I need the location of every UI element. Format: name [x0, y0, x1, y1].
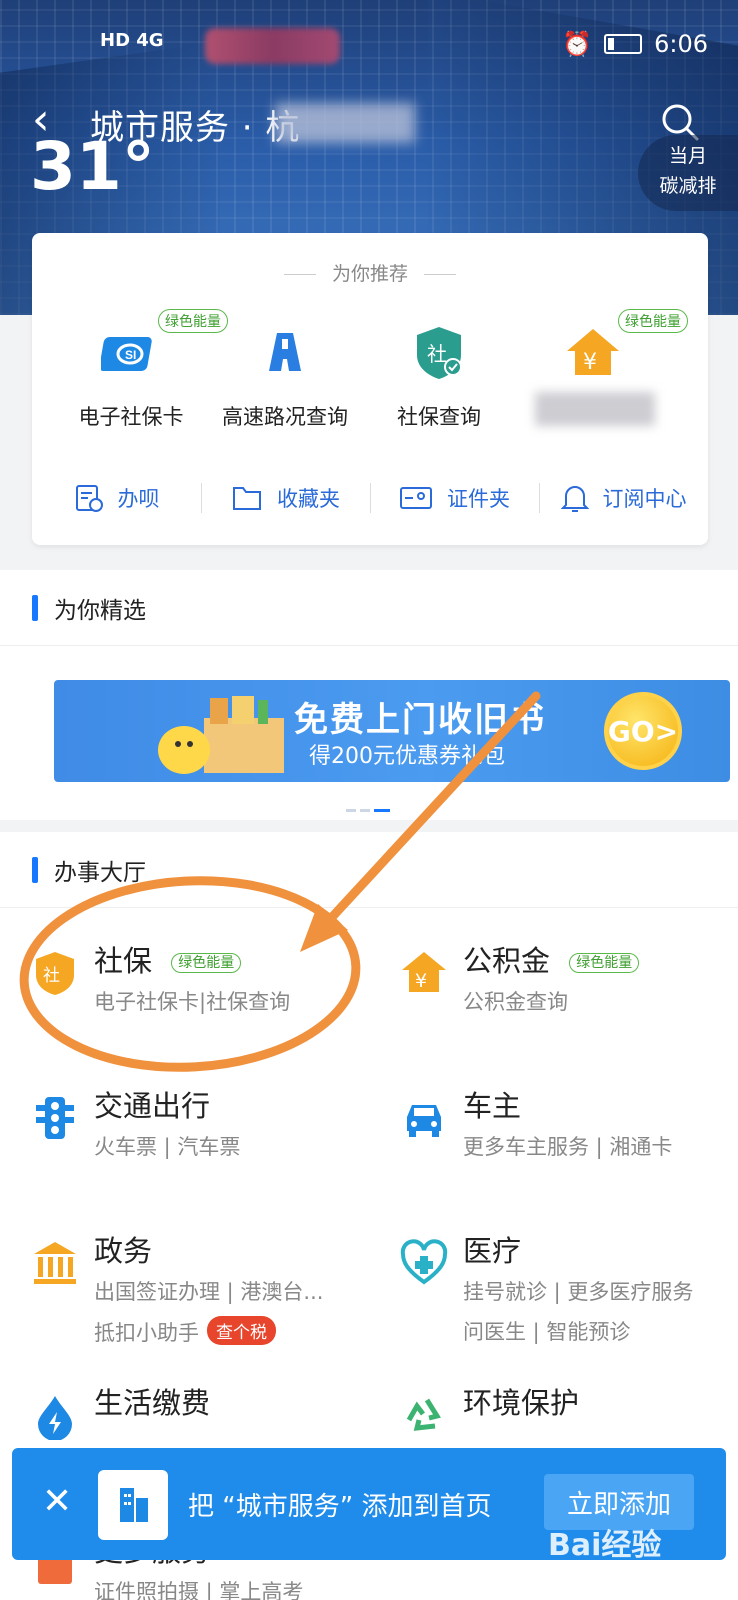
book-box-illustration: [158, 696, 284, 774]
traffic-light-icon: [36, 1097, 74, 1139]
utility-drop-icon: [38, 1396, 72, 1440]
service-housing-fund[interactable]: ¥ 公积金 绿色能量 公积金查询: [369, 920, 738, 1060]
banner-go-button[interactable]: GO>: [604, 692, 682, 770]
id-card-icon: [400, 487, 432, 509]
service-car-owner[interactable]: 车主 更多车主服务 | 湘通卡: [369, 1065, 738, 1205]
recommend-item-social-query[interactable]: 社 社保查询: [354, 323, 524, 431]
service-government[interactable]: 政务 出国签证办理 | 港澳台... 抵扣小助手 查个税: [0, 1210, 369, 1350]
carbon-reduction-button[interactable]: 当月 碳减排: [638, 135, 738, 211]
blurred-region: [535, 392, 655, 426]
recycle-icon: [406, 1398, 441, 1431]
social-security-card-icon: SI: [99, 337, 152, 371]
recommend-item-social-card[interactable]: SI 电子社保卡 绿色能量: [46, 309, 228, 431]
recommend-card: 为你推荐 SI 电子社保卡 绿色能量 高速路况查询 社 社保查询 ¥ 绿色能量 …: [32, 233, 708, 545]
section-header: 为你精选: [0, 570, 738, 646]
battery-icon: [604, 34, 643, 54]
social-security-shield-icon: 社: [417, 327, 462, 379]
close-icon[interactable]: ✕: [42, 1482, 72, 1522]
quick-actions: 办呗 收藏夹 证件夹 订阅中心: [32, 473, 708, 523]
app-icon: [98, 1470, 168, 1540]
section-header: 办事大厅: [0, 832, 738, 908]
social-security-icon: 社: [36, 952, 74, 995]
service-medical[interactable]: 医疗 挂号就诊 | 更多医疗服务 问医生 | 智能预诊: [369, 1210, 738, 1350]
alarm-icon: ⏰: [562, 30, 593, 58]
folder-icon: [233, 487, 261, 510]
quick-subscribe[interactable]: 订阅中心: [539, 473, 708, 523]
car-icon: [407, 1105, 441, 1137]
service-transport[interactable]: 交通出行 火车票 | 汽车票: [0, 1065, 369, 1205]
service-social-security[interactable]: 社 社保 绿色能量 电子社保卡|社保查询: [0, 920, 369, 1060]
housing-fund-icon: ¥: [402, 952, 446, 992]
recommend-item-housing-fund[interactable]: ¥ 绿色能量: [508, 309, 688, 401]
watermark: Bai经验 jingyan.baidu.com: [548, 1528, 667, 1574]
quick-task[interactable]: 办呗: [32, 473, 201, 523]
quick-favorites[interactable]: 收藏夹: [201, 473, 370, 523]
banner-title: 免费上门收旧书: [294, 700, 546, 740]
svg-text:SI: SI: [125, 348, 136, 362]
medical-icon: [400, 1239, 448, 1285]
carousel-indicator: [346, 809, 390, 812]
promo-banner[interactable]: 免费上门收旧书 得200元优惠券礼包 GO>: [54, 680, 730, 782]
tax-tag: 查个税: [207, 1316, 276, 1345]
banner-subtitle: 得200元优惠券礼包: [309, 744, 505, 769]
toast-message: 把 “城市服务” 添加到首页: [188, 1492, 492, 1522]
temperature: 31°: [30, 128, 155, 205]
network-indicator: HD 4G: [100, 30, 164, 51]
task-icon: [75, 485, 103, 512]
svg-text:¥: ¥: [415, 970, 427, 992]
recommend-item-highway[interactable]: 高速路况查询: [200, 323, 370, 431]
government-building-icon: [34, 1242, 76, 1284]
housing-fund-icon: ¥: [567, 329, 619, 375]
recommend-title: 为你推荐: [32, 259, 708, 286]
highway-icon: [269, 333, 301, 371]
blurred-region: [205, 28, 340, 64]
svg-text:¥: ¥: [583, 350, 597, 375]
quick-id-folder[interactable]: 证件夹: [370, 473, 539, 523]
green-energy-tag: 绿色能量: [618, 309, 688, 333]
svg-text:社: 社: [43, 966, 60, 986]
status-bar: HD 4G ⏰ 6:06: [0, 0, 738, 90]
blurred-region: [275, 103, 415, 143]
status-time: 6:06: [654, 30, 708, 58]
svg-text:社: 社: [427, 342, 447, 366]
green-energy-tag: 绿色能量: [171, 953, 242, 973]
bell-icon: [560, 486, 589, 512]
green-energy-tag: 绿色能量: [569, 953, 640, 973]
